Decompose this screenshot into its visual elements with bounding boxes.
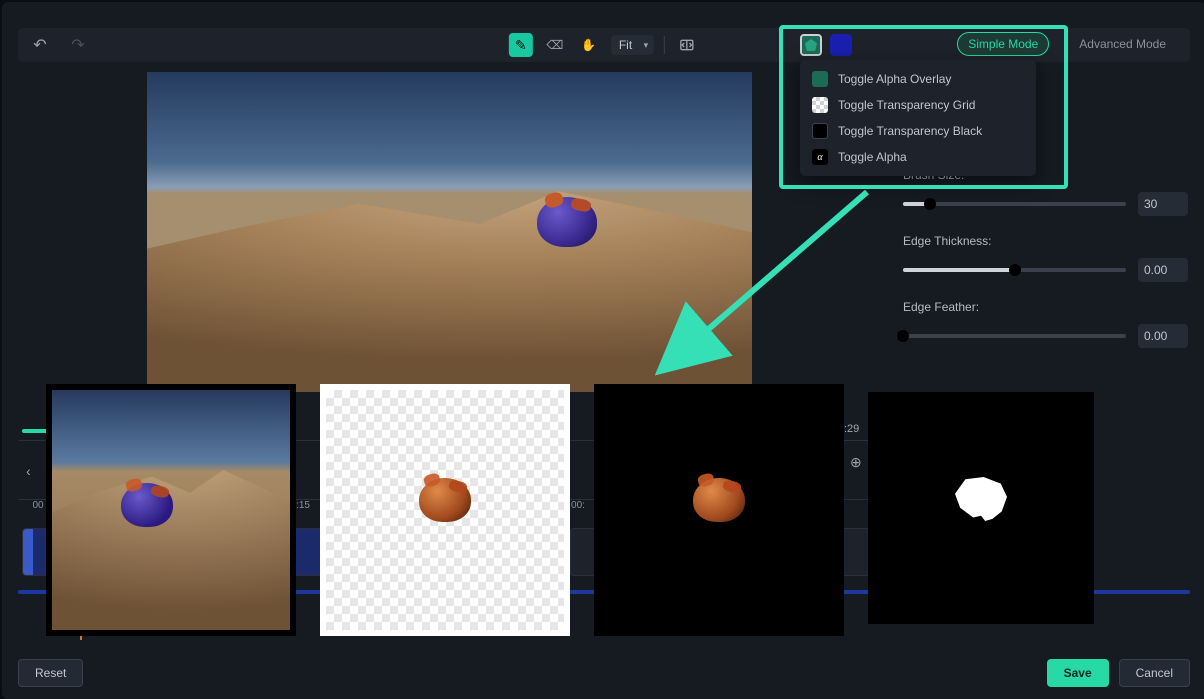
cancel-button[interactable]: Cancel (1119, 659, 1190, 687)
param-edge-feather: Edge Feather: (903, 300, 1188, 348)
menu-item-transparency-grid[interactable]: Toggle Transparency Grid (800, 92, 1036, 118)
thumb-alpha-matte (868, 392, 1094, 624)
eraser-tool-button[interactable] (543, 33, 567, 57)
ruler-tick: 00 (32, 500, 43, 511)
undo-button[interactable] (28, 33, 52, 57)
transparency-grid-icon (812, 97, 828, 113)
chevron-down-icon: ▾ (644, 40, 649, 51)
brush-size-slider[interactable] (903, 202, 1126, 206)
param-edge-thickness: Edge Thickness: (903, 234, 1188, 282)
dialog-footer: Reset Save Cancel (18, 659, 1190, 687)
preview-canvas[interactable] (147, 72, 752, 392)
edge-thickness-input[interactable] (1138, 258, 1188, 282)
tab-advanced-mode[interactable]: Advanced Mode (1069, 33, 1176, 55)
zoom-fit-select[interactable]: Fit ▾ (611, 35, 654, 55)
edge-feather-input[interactable] (1138, 324, 1188, 348)
alpha-icon: α (812, 149, 828, 165)
overlay-preview-thumbnails (46, 384, 1094, 636)
thumb-transparency-grid (320, 384, 570, 636)
alpha-overlay-icon (812, 71, 828, 87)
brush-size-input[interactable] (1138, 192, 1188, 216)
compare-toggle-button[interactable] (675, 33, 699, 57)
save-button[interactable]: Save (1047, 659, 1109, 687)
thumb-alpha-overlay (46, 384, 296, 636)
menu-item-transparency-black[interactable]: Toggle Transparency Black (800, 118, 1036, 144)
reset-button[interactable]: Reset (18, 659, 83, 687)
brush-tool-button[interactable] (509, 33, 533, 57)
tab-simple-mode[interactable]: Simple Mode (957, 32, 1049, 56)
edge-feather-slider[interactable] (903, 334, 1126, 338)
menu-item-label: Toggle Alpha (838, 150, 907, 164)
cutout-subject (532, 192, 602, 252)
mode-tabs: Simple Mode Advanced Mode (957, 32, 1176, 56)
overlay-swatch-alpha[interactable] (800, 34, 822, 56)
menu-item-label: Toggle Transparency Black (838, 124, 982, 138)
param-label: Edge Thickness: (903, 234, 1188, 248)
menu-item-alpha-overlay[interactable]: Toggle Alpha Overlay (800, 66, 1036, 92)
overlay-swatch-color[interactable] (830, 34, 852, 56)
overlay-mode-swatches (800, 34, 852, 56)
param-label: Edge Feather: (903, 300, 1188, 314)
transparency-black-icon (812, 123, 828, 139)
timeline-scroll-left[interactable]: ‹ (26, 463, 31, 479)
menu-item-label: Toggle Alpha Overlay (838, 72, 951, 86)
redo-button[interactable] (66, 33, 90, 57)
menu-item-label: Toggle Transparency Grid (838, 98, 975, 112)
edge-thickness-slider[interactable] (903, 268, 1126, 272)
thumb-transparency-black (594, 384, 844, 636)
pan-tool-button[interactable] (577, 33, 601, 57)
overlay-mode-menu: Toggle Alpha Overlay Toggle Transparency… (800, 60, 1036, 176)
menu-item-alpha[interactable]: α Toggle Alpha (800, 144, 1036, 170)
toolbar-divider (664, 36, 665, 54)
